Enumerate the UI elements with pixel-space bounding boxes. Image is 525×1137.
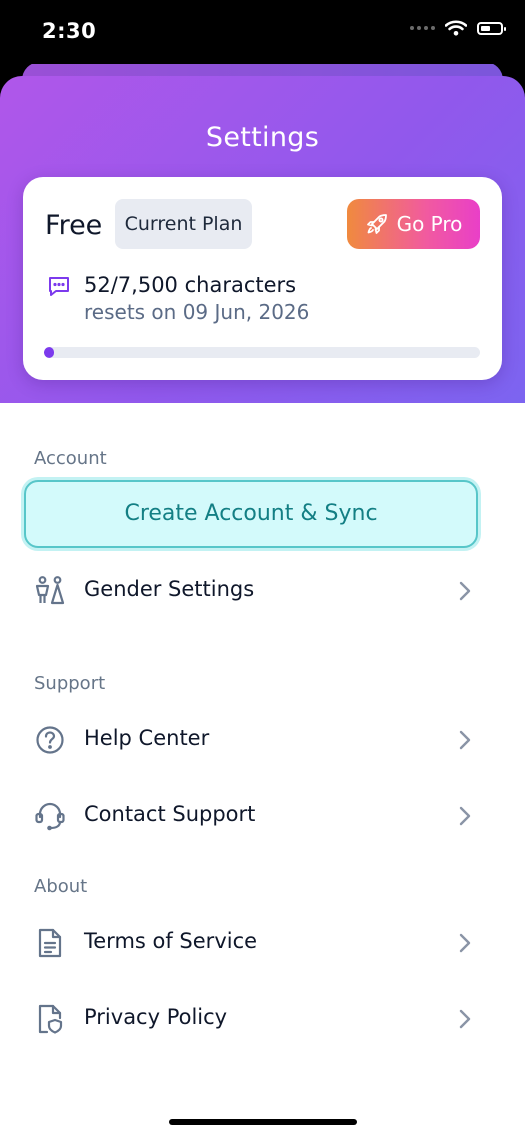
settings-item-terms-of-service[interactable]: Terms of Service: [0, 912, 525, 972]
usage-progress-fill: [44, 347, 54, 358]
battery-icon: [477, 21, 506, 35]
chevron-right-icon: [459, 806, 471, 826]
wifi-icon: [445, 20, 467, 36]
status-time: 2:30: [42, 19, 97, 43]
settings-item-label: Terms of Service: [84, 929, 258, 953]
settings-item-contact-support[interactable]: Contact Support: [0, 785, 525, 845]
privacy-document-icon: [38, 1004, 63, 1034]
settings-item-gender[interactable]: Gender Settings: [0, 560, 525, 620]
usage-progress-bar: [44, 347, 480, 358]
section-label-account: Account: [34, 448, 107, 469]
plan-name: Free: [45, 210, 103, 241]
gender-icon: [35, 576, 65, 605]
rocket-icon: [366, 214, 387, 234]
status-bar: 2:30: [0, 0, 525, 64]
status-icons: [410, 20, 506, 36]
section-label-about: About: [34, 876, 88, 897]
help-circle-icon: [36, 726, 64, 754]
chevron-right-icon: [459, 581, 471, 601]
plan-card: Free Current Plan Go Pro 52/7,500 charac…: [23, 177, 502, 380]
current-plan-badge: Current Plan: [115, 199, 252, 249]
signal-dots-icon: [410, 26, 435, 30]
go-pro-label: Go Pro: [396, 212, 463, 236]
headset-icon: [35, 802, 65, 831]
chevron-right-icon: [459, 730, 471, 750]
settings-item-label: Contact Support: [84, 802, 256, 826]
go-pro-button[interactable]: Go Pro: [347, 199, 480, 249]
section-label-support: Support: [34, 673, 106, 694]
chevron-right-icon: [459, 933, 471, 953]
chevron-right-icon: [459, 1009, 471, 1029]
settings-item-help-center[interactable]: Help Center: [0, 709, 525, 769]
settings-item-privacy-policy[interactable]: Privacy Policy: [0, 988, 525, 1048]
character-usage: 52/7,500 characters: [84, 273, 297, 297]
settings-item-label: Gender Settings: [84, 577, 255, 601]
document-icon: [38, 928, 62, 958]
usage-reset-date: resets on 09 Jun, 2026: [84, 300, 310, 324]
page-title: Settings: [205, 122, 320, 153]
home-indicator[interactable]: [169, 1119, 357, 1125]
settings-item-label: Help Center: [84, 726, 210, 750]
create-account-sync-button[interactable]: Create Account & Sync: [24, 480, 478, 548]
settings-item-label: Privacy Policy: [84, 1005, 228, 1029]
chat-bubble-icon: [49, 277, 69, 296]
